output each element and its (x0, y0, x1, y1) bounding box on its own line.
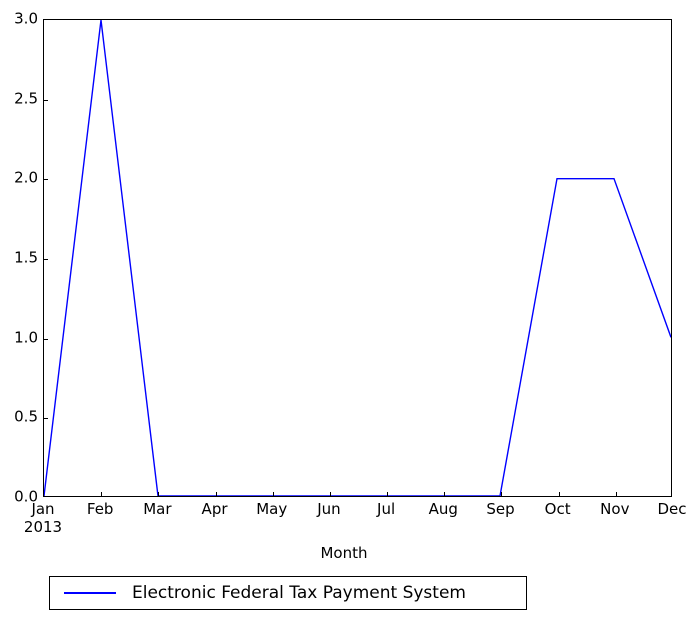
x-axis-tick-label: Feb (87, 500, 114, 518)
x-axis-tick-label-month: Aug (428, 500, 458, 518)
y-axis-tick-mark (44, 418, 48, 420)
legend-entry-label: Electronic Federal Tax Payment System (132, 583, 466, 603)
x-axis-tick-mark (387, 492, 389, 496)
x-axis-tick-label-month: Jul (377, 500, 396, 518)
x-axis-tick-label-month: Nov (600, 500, 630, 518)
x-axis-tick-label-year: 2013 (23, 518, 63, 536)
x-axis-tick-label: Oct (545, 500, 571, 518)
y-axis-tick-label: 1.5 (14, 248, 38, 267)
x-axis-tick-label-month: Sep (486, 500, 515, 518)
x-axis-tick-label: May (256, 500, 287, 518)
x-axis-tick-label: Aug (429, 500, 458, 518)
x-axis-tick-mark (558, 492, 560, 496)
x-axis-tick-mark (329, 492, 331, 496)
x-axis-tick-label-month: Mar (143, 500, 172, 518)
plot-area (43, 19, 672, 497)
x-axis-tick-label-month: Oct (544, 500, 571, 518)
x-axis-tick-label-month: May (256, 500, 288, 518)
x-axis-tick-label: Mar (143, 500, 171, 518)
y-axis-tick-mark (44, 259, 48, 260)
x-axis-tick-label: Sep (486, 500, 514, 518)
x-axis-tick-mark (215, 492, 217, 496)
x-axis-tick-label-month: Feb (86, 500, 114, 518)
y-axis-tick-label: 3.0 (14, 9, 38, 28)
y-axis-tick-label: 1.0 (14, 328, 38, 347)
x-axis-tick-label: Jun (317, 500, 340, 518)
y-axis-tick-labels: 0.0 0.5 1.0 1.5 2.0 2.5 3.0 (0, 11, 38, 504)
y-axis-tick-label: 2.5 (14, 89, 38, 108)
x-axis-tick-label: Dec (657, 500, 686, 518)
chart-legend: Electronic Federal Tax Payment System (49, 576, 527, 610)
x-axis-tick-label-month: Dec (657, 500, 687, 518)
legend-entry: Electronic Federal Tax Payment System (50, 577, 466, 609)
x-axis-tick-label: Nov (600, 500, 629, 518)
legend-line-swatch-icon (64, 592, 116, 594)
y-axis-tick-label: 2.0 (14, 168, 38, 187)
x-axis-tick-labels: Jan 2013 Feb Mar Apr May Jun Jul Aug Sep Oct Nov Dec (24, 500, 687, 542)
x-axis-tick-mark (272, 492, 274, 496)
x-axis-tick-label: Apr (202, 500, 228, 518)
y-axis-tick-mark (44, 338, 48, 340)
x-axis-tick-mark (158, 492, 160, 496)
x-axis-tick-label: Jan 2013 (24, 500, 62, 536)
x-axis-tick-mark (101, 492, 103, 496)
y-axis-tick-mark (44, 179, 48, 181)
series-line-electronic-federal-tax-payment-system (44, 20, 671, 496)
x-axis-tick-label-month: Jun (317, 500, 341, 518)
x-axis-tick-mark (501, 492, 503, 496)
y-axis-tick-mark (44, 99, 48, 101)
x-axis-tick-label: Jul (377, 500, 395, 518)
x-axis-tick-label-month: Apr (201, 500, 228, 518)
x-axis-title: Month (320, 544, 368, 562)
x-axis-tick-label-month: Jan (31, 500, 55, 518)
y-axis-tick-label: 0.5 (14, 407, 38, 426)
x-axis-tick-mark (615, 492, 617, 496)
x-axis-tick-mark (444, 492, 446, 496)
chart-figure: 0.0 0.5 1.0 1.5 2.0 2.5 3.0 Jan 2013 Feb Mar Apr Ma… (0, 0, 688, 621)
